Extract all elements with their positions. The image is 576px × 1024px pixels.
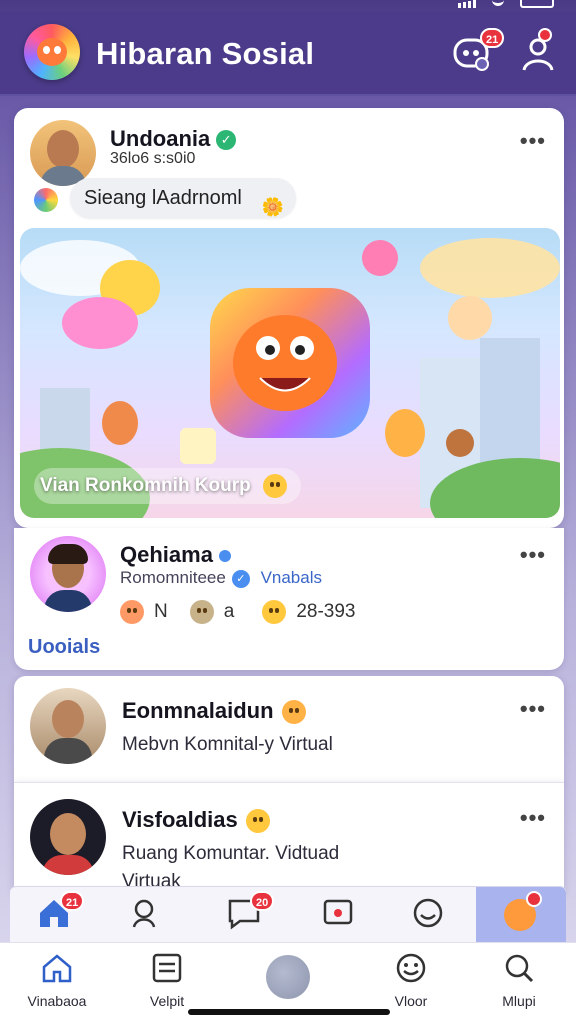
friends-icon	[132, 899, 156, 928]
stat-count: 28-393	[296, 601, 356, 622]
group-pill[interactable]: Sieang lAadrnoml 🌼	[70, 178, 296, 218]
nav-label: Velpit	[149, 993, 185, 1009]
tab-messages[interactable]: 20	[226, 891, 275, 935]
more-options-icon[interactable]: •••	[520, 128, 546, 154]
search-icon	[505, 954, 534, 983]
post-meta: 36lo6 s:s0i0	[110, 150, 196, 167]
stat-label: a	[223, 601, 235, 622]
media-icon	[323, 899, 353, 925]
more-options-icon[interactable]: •••	[520, 696, 546, 722]
list-item-avatar[interactable]	[30, 799, 106, 875]
reaction-icon[interactable]	[120, 600, 144, 624]
tab-friends[interactable]	[130, 895, 174, 935]
notification-badge: 21	[480, 28, 505, 48]
emoji-icon	[281, 700, 306, 725]
post-card-group[interactable]: Qehiama Romomniteee ✓ Vnabals ••• N a 28-…	[14, 528, 564, 670]
news-icon	[152, 953, 182, 983]
profile-button[interactable]	[518, 28, 560, 74]
group-pill-label: Sieang lAadrnoml	[84, 187, 242, 209]
battery-icon	[520, 0, 554, 8]
app-logo[interactable]	[24, 24, 80, 80]
member-name[interactable]: Qehiama	[120, 542, 213, 567]
online-dot-icon	[218, 550, 231, 563]
tab-home[interactable]: 21	[36, 891, 85, 935]
app-title: Hibaran Sosial	[96, 36, 315, 71]
emoji-icon[interactable]	[262, 600, 287, 624]
notifications-button[interactable]: 21	[452, 28, 505, 74]
list-item-avatar[interactable]	[30, 688, 106, 764]
stat-label: N	[154, 601, 168, 622]
nav-feed[interactable]: Velpit	[122, 951, 212, 1011]
more-options-icon[interactable]: •••	[520, 805, 546, 831]
verified-icon: ✓	[216, 130, 237, 151]
comment-icon[interactable]	[189, 600, 214, 624]
post-stats: N a 28-393	[120, 600, 355, 624]
list-item-subtitle: Mebvn Komnital-y Virtual	[122, 734, 333, 755]
people-icon	[522, 38, 554, 71]
center-button[interactable]	[266, 955, 310, 999]
group-icon	[34, 188, 58, 212]
list-item[interactable]: Visfoaldias Ruang Komuntar. Vidtuad Virt…	[14, 782, 564, 892]
group-name[interactable]: Romomniteee	[120, 568, 226, 587]
sticker-icon: 🌼	[261, 197, 284, 217]
nav-home[interactable]: Vinabaoa	[12, 951, 102, 1011]
list-item-subtitle: Ruang Komuntar. Vidtuad	[122, 843, 340, 864]
app-bar: Hibaran Sosial 21	[0, 12, 576, 96]
home-badge: 21	[60, 891, 85, 911]
tab-bar: 21 20	[10, 886, 566, 943]
group-tag[interactable]: Vnabals	[261, 568, 322, 587]
verified-icon: ✓	[231, 569, 250, 588]
tab-reactions[interactable]	[410, 895, 454, 935]
smile-icon	[396, 953, 426, 983]
nav-label: Vloor	[394, 993, 428, 1009]
caption-emoji-icon	[262, 474, 287, 498]
member-avatar[interactable]	[30, 536, 106, 612]
tab-profile[interactable]	[476, 887, 566, 943]
messages-badge: 20	[250, 891, 275, 911]
nav-label: Vinabaoa	[27, 993, 87, 1009]
image-caption: Vian Ronkomnih Kourp	[34, 468, 301, 504]
list-item-title[interactable]: Eonmnalaidun	[122, 698, 274, 723]
list-item[interactable]: Eonmnalaidun Mebvn Komnital-y Virtual ••…	[14, 676, 564, 782]
profile-tab-badge	[526, 891, 542, 907]
emoji-icon	[245, 809, 270, 834]
wifi-icon	[492, 0, 504, 6]
post-card-featured[interactable]: Undoania ✓ 36lo6 s:s0i0 ••• Sieang lAadrn…	[14, 108, 564, 528]
nav-reactions[interactable]: Vloor	[366, 951, 456, 1011]
nav-label: Mlupi	[502, 993, 536, 1009]
tab-media[interactable]	[320, 895, 364, 935]
smile-icon	[413, 898, 443, 928]
home-icon	[42, 954, 72, 983]
see-all-link[interactable]: Uooials	[28, 636, 100, 659]
signal-icon	[458, 0, 476, 8]
profile-badge	[538, 28, 552, 42]
more-options-icon[interactable]: •••	[520, 542, 546, 568]
author-avatar[interactable]	[30, 120, 96, 186]
bottom-navigation: Vinabaoa Velpit Vloor Mlupi	[0, 942, 576, 1024]
author-name[interactable]: Undoania	[110, 126, 210, 151]
home-indicator	[188, 1009, 390, 1015]
list-item-title[interactable]: Visfoaldias	[122, 807, 238, 832]
post-image[interactable]: Vian Ronkomnih Kourp	[20, 228, 560, 518]
nav-search[interactable]: Mlupi	[474, 951, 564, 1011]
